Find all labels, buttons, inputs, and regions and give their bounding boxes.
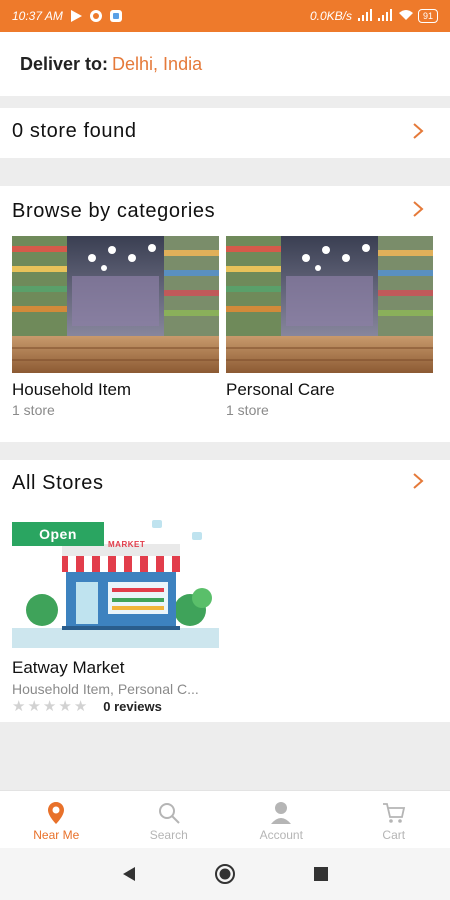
deliver-label: Deliver to: — [20, 53, 109, 74]
play-icon — [69, 9, 83, 23]
category-card-personal-care[interactable]: Personal Care 1 store — [226, 236, 433, 418]
category-card-household[interactable]: Household Item 1 store — [12, 236, 219, 418]
all-stores-section: All Stores Open MARKET Eatway Market Hou… — [0, 460, 450, 722]
categories-section: Browse by categories Household Item 1 st… — [0, 186, 450, 442]
nav-near-me[interactable]: Near Me — [0, 791, 113, 848]
nav-label: Search — [149, 828, 188, 842]
search-icon — [156, 800, 182, 826]
category-name: Personal Care — [226, 380, 335, 399]
store-card[interactable]: Open MARKET Eatway Market Household Item… — [12, 518, 219, 714]
back-icon[interactable] — [117, 862, 141, 886]
net-speed: 0.0KB/s — [309, 9, 352, 23]
store-categories: Household Item, Personal C... — [12, 681, 199, 697]
cart-icon — [381, 800, 407, 826]
account-icon — [268, 800, 294, 826]
signal-icon — [357, 9, 372, 23]
nav-search[interactable]: Search — [113, 791, 226, 848]
category-store-count: 1 store — [12, 402, 55, 418]
star-icon: ★ — [27, 698, 41, 715]
signal-2-icon — [377, 9, 392, 23]
chevron-right-icon[interactable] — [412, 472, 424, 490]
star-icon: ★ — [73, 698, 88, 715]
app-notification-icon — [109, 9, 123, 23]
bottom-navigation: Near Me Search Account Cart — [0, 790, 450, 848]
store-name: Eatway Market — [12, 658, 125, 677]
supermarket-aisle-image — [12, 236, 219, 373]
nav-label: Cart — [382, 828, 406, 842]
status-time: 10:37 AM — [12, 9, 63, 23]
open-status-badge: Open — [12, 522, 104, 546]
delivery-location[interactable]: Delhi, India — [112, 54, 202, 75]
status-bar: 10:37 AM 0.0KB/s 91 — [0, 0, 450, 32]
category-name: Household Item — [12, 380, 132, 399]
star-icon: ★ — [58, 698, 72, 715]
recents-icon[interactable] — [309, 862, 333, 886]
location-pin-icon — [43, 800, 69, 826]
chevron-right-icon[interactable] — [412, 200, 424, 218]
system-navigation-bar — [0, 848, 450, 900]
wifi-icon — [398, 9, 413, 23]
market-sign: MARKET — [108, 540, 146, 549]
stores-found-row[interactable]: 0 store found — [0, 108, 450, 158]
deliver-to-bar[interactable]: Deliver to: Delhi, India — [0, 32, 450, 96]
storefront-illustration: Open MARKET — [12, 518, 219, 648]
star-icon: ★ — [12, 698, 26, 715]
star-rating: ★ ★ ★ ★ ★ — [12, 699, 87, 714]
nav-label: Near Me — [33, 828, 80, 842]
chevron-right-icon[interactable] — [412, 122, 424, 140]
nav-account[interactable]: Account — [225, 791, 338, 848]
battery-icon: 91 — [417, 9, 438, 23]
reviews-count: 0 reviews — [103, 699, 162, 714]
categories-title: Browse by categories — [12, 200, 216, 222]
whatsapp-icon — [89, 9, 103, 23]
nav-cart[interactable]: Cart — [338, 791, 450, 848]
stores-found-text: 0 store found — [12, 120, 137, 142]
supermarket-aisle-image — [226, 236, 433, 373]
star-icon: ★ — [42, 698, 57, 715]
nav-label: Account — [259, 828, 303, 842]
home-icon[interactable] — [213, 862, 237, 886]
category-store-count: 1 store — [226, 402, 269, 418]
rating-row: ★ ★ ★ ★ ★ 0 reviews — [12, 699, 219, 714]
all-stores-title: All Stores — [12, 472, 104, 494]
